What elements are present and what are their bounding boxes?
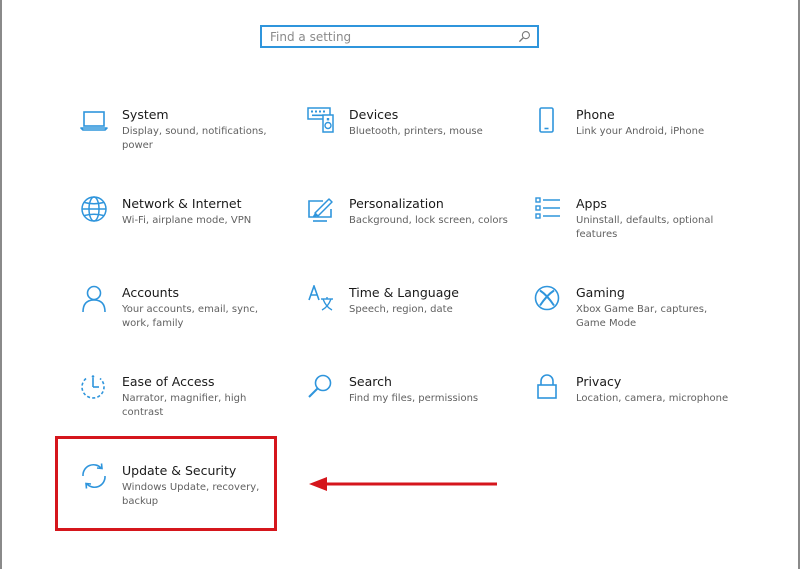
tile-title: Apps [576,196,607,211]
tile-description: Background, lock screen, colors [349,215,508,226]
tile-description: Bluetooth, printers, mouse [349,126,483,137]
tile-description: Speech, region, date [349,304,453,315]
settings-tile-gaming[interactable]: Gaming Xbox Game Bar, captures, Game Mod… [534,285,734,360]
tile-description: Narrator, magnifier, high contrast [122,393,247,418]
tile-title: Privacy [576,374,622,389]
search-input[interactable] [270,29,510,45]
annotation-highlight-box [55,436,277,531]
xbox-icon [534,285,560,311]
settings-tile-personalization[interactable]: Personalization Background, lock screen,… [307,196,508,271]
settings-tile-privacy[interactable]: Privacy Location, camera, microphone [534,374,734,449]
person-icon [82,285,106,313]
time-language-icon [308,285,333,311]
tile-title: Search [349,374,392,389]
tile-description: Display, sound, notifications, power [122,126,267,151]
tile-title: Gaming [576,285,625,300]
settings-tile-time-language[interactable]: Time & Language Speech, region, date [307,285,507,360]
search-icon [308,374,332,398]
globe-icon [81,196,107,222]
tile-title: Personalization [349,196,444,211]
tile-title: Devices [349,107,399,122]
tile-title: Phone [576,107,615,122]
tile-description: Location, camera, microphone [576,393,729,404]
tile-title: Time & Language [349,285,459,300]
laptop-icon [80,111,108,131]
settings-tile-search[interactable]: Search Find my files, permissions [307,374,507,449]
annotation-arrow-icon [309,477,497,491]
tile-description: Link your Android, iPhone [576,126,705,137]
tile-title: Network & Internet [122,196,242,211]
magnifier-icon[interactable] [518,30,531,43]
settings-tile-phone[interactable]: Phone Link your Android, iPhone [534,107,734,182]
find-setting-search-box[interactable] [260,25,539,48]
ease-of-access-icon [81,375,105,399]
tile-description: Xbox Game Bar, captures, Game Mode [576,304,708,329]
settings-tile-network[interactable]: Network & Internet Wi-Fi, airplane mode,… [80,196,280,271]
tile-description: Uninstall, defaults, optional features [576,215,714,240]
tile-description: Your accounts, email, sync, work, family [122,304,259,329]
tile-title: Ease of Access [122,374,215,389]
settings-tile-apps[interactable]: Apps Uninstall, defaults, optional featu… [534,196,734,271]
tile-description: Wi-Fi, airplane mode, VPN [122,215,252,226]
phone-icon [539,107,554,133]
devices-icon [307,107,334,133]
apps-list-icon [535,197,560,219]
settings-tile-accounts[interactable]: Accounts Your accounts, email, sync, wor… [80,285,280,360]
tile-title: System [122,107,169,122]
settings-tile-system[interactable]: System Display, sound, notifications, po… [80,107,280,182]
settings-tile-devices[interactable]: Devices Bluetooth, printers, mouse [307,107,507,182]
tile-description: Find my files, permissions [349,393,479,404]
tile-title: Accounts [122,285,179,300]
lock-icon [537,374,557,399]
window-border-left [0,0,2,569]
paintbrush-icon [308,198,333,222]
